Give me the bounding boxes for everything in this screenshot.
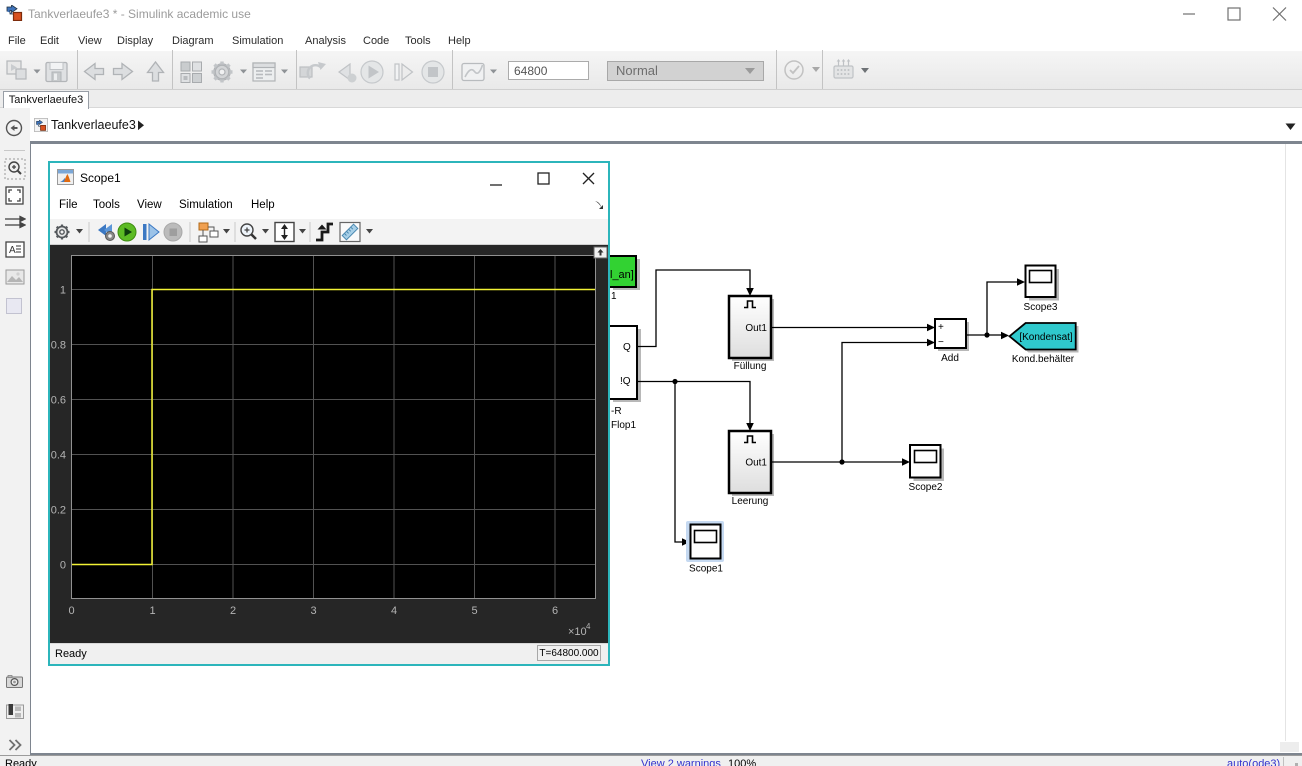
svg-text:0.6: 0.6 <box>51 395 66 407</box>
svg-text:1: 1 <box>611 291 617 302</box>
svg-text:4: 4 <box>391 605 397 617</box>
svg-text:Flop1: Flop1 <box>611 420 636 431</box>
svg-text:3: 3 <box>310 605 316 617</box>
svg-text:[Kondensat]: [Kondensat] <box>1019 332 1073 343</box>
svg-text:1: 1 <box>60 285 66 297</box>
svg-text:4: 4 <box>586 622 591 631</box>
svg-text:+: + <box>938 322 944 333</box>
svg-text:A: A <box>9 245 16 256</box>
svg-text:-R: -R <box>611 406 622 417</box>
svg-text:Scope1: Scope1 <box>689 564 723 575</box>
svg-text:6: 6 <box>552 605 558 617</box>
svg-text:0: 0 <box>60 560 66 572</box>
svg-text:Leerung: Leerung <box>732 496 769 507</box>
svg-text:×10: ×10 <box>568 626 587 638</box>
svg-text:0: 0 <box>68 605 74 617</box>
svg-text:!Q: !Q <box>620 376 631 387</box>
svg-text:Out1: Out1 <box>745 323 767 334</box>
svg-text:0.4: 0.4 <box>51 450 66 462</box>
svg-text:Add: Add <box>941 353 959 364</box>
svg-text:Füllung: Füllung <box>734 361 767 372</box>
svg-text:0.8: 0.8 <box>51 340 66 352</box>
svg-text:Scope3: Scope3 <box>1024 302 1058 313</box>
svg-text:Q: Q <box>623 342 631 353</box>
svg-text:0.2: 0.2 <box>51 505 66 517</box>
svg-text:Out1: Out1 <box>745 458 767 469</box>
svg-text:1: 1 <box>149 605 155 617</box>
svg-text:Scope2: Scope2 <box>909 482 943 493</box>
svg-text:−: − <box>938 337 944 348</box>
svg-text:5: 5 <box>471 605 477 617</box>
svg-text:2: 2 <box>230 605 236 617</box>
svg-text:l_an]: l_an] <box>610 269 634 281</box>
svg-text:Kond.behälter: Kond.behälter <box>1012 354 1075 365</box>
